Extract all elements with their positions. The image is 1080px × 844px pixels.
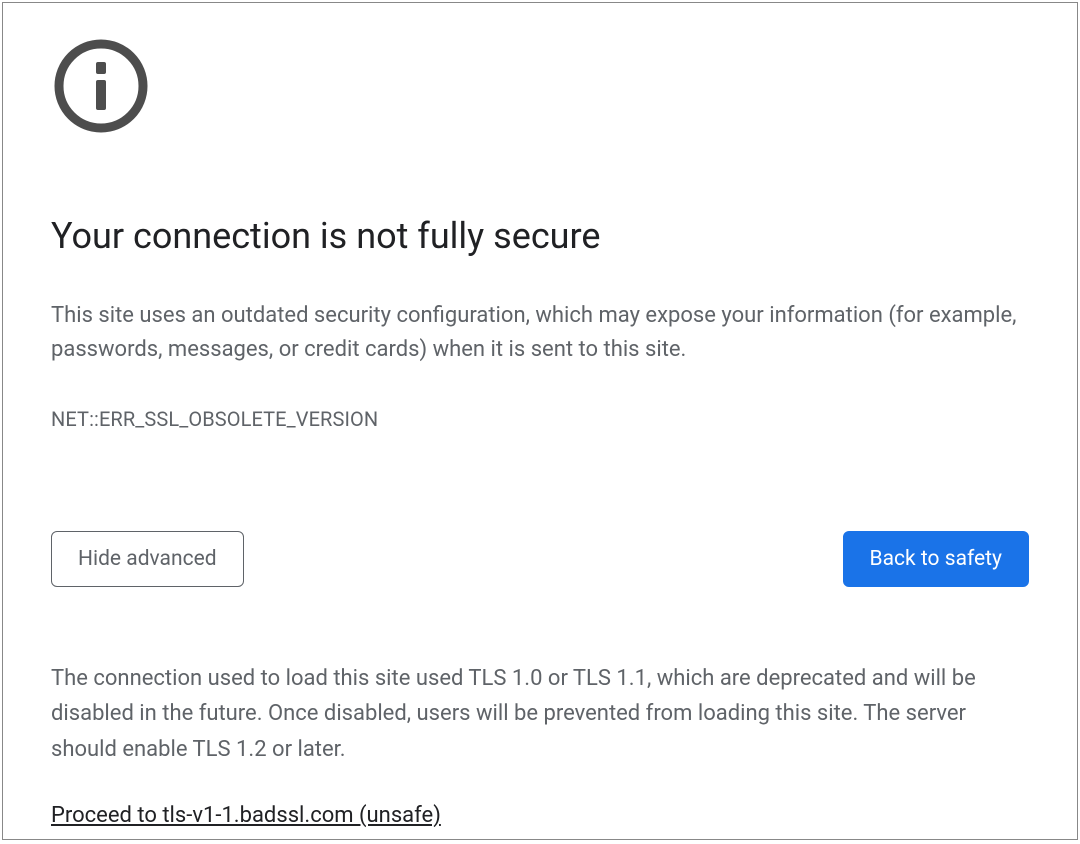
error-code: NET::ERR_SSL_OBSOLETE_VERSION — [51, 407, 1029, 431]
warning-body: This site uses an outdated security conf… — [51, 299, 1029, 367]
back-to-safety-button[interactable]: Back to safety — [843, 531, 1029, 587]
info-icon — [51, 36, 151, 136]
ssl-error-interstitial: Your connection is not fully secure This… — [2, 2, 1078, 840]
page-title: Your connection is not fully secure — [51, 214, 1029, 259]
hide-advanced-button[interactable]: Hide advanced — [51, 531, 244, 587]
proceed-unsafe-link[interactable]: Proceed to tls-v1-1.badssl.com (unsafe) — [51, 803, 441, 828]
advanced-explanation: The connection used to load this site us… — [51, 661, 1029, 767]
button-row: Hide advanced Back to safety — [51, 531, 1029, 587]
